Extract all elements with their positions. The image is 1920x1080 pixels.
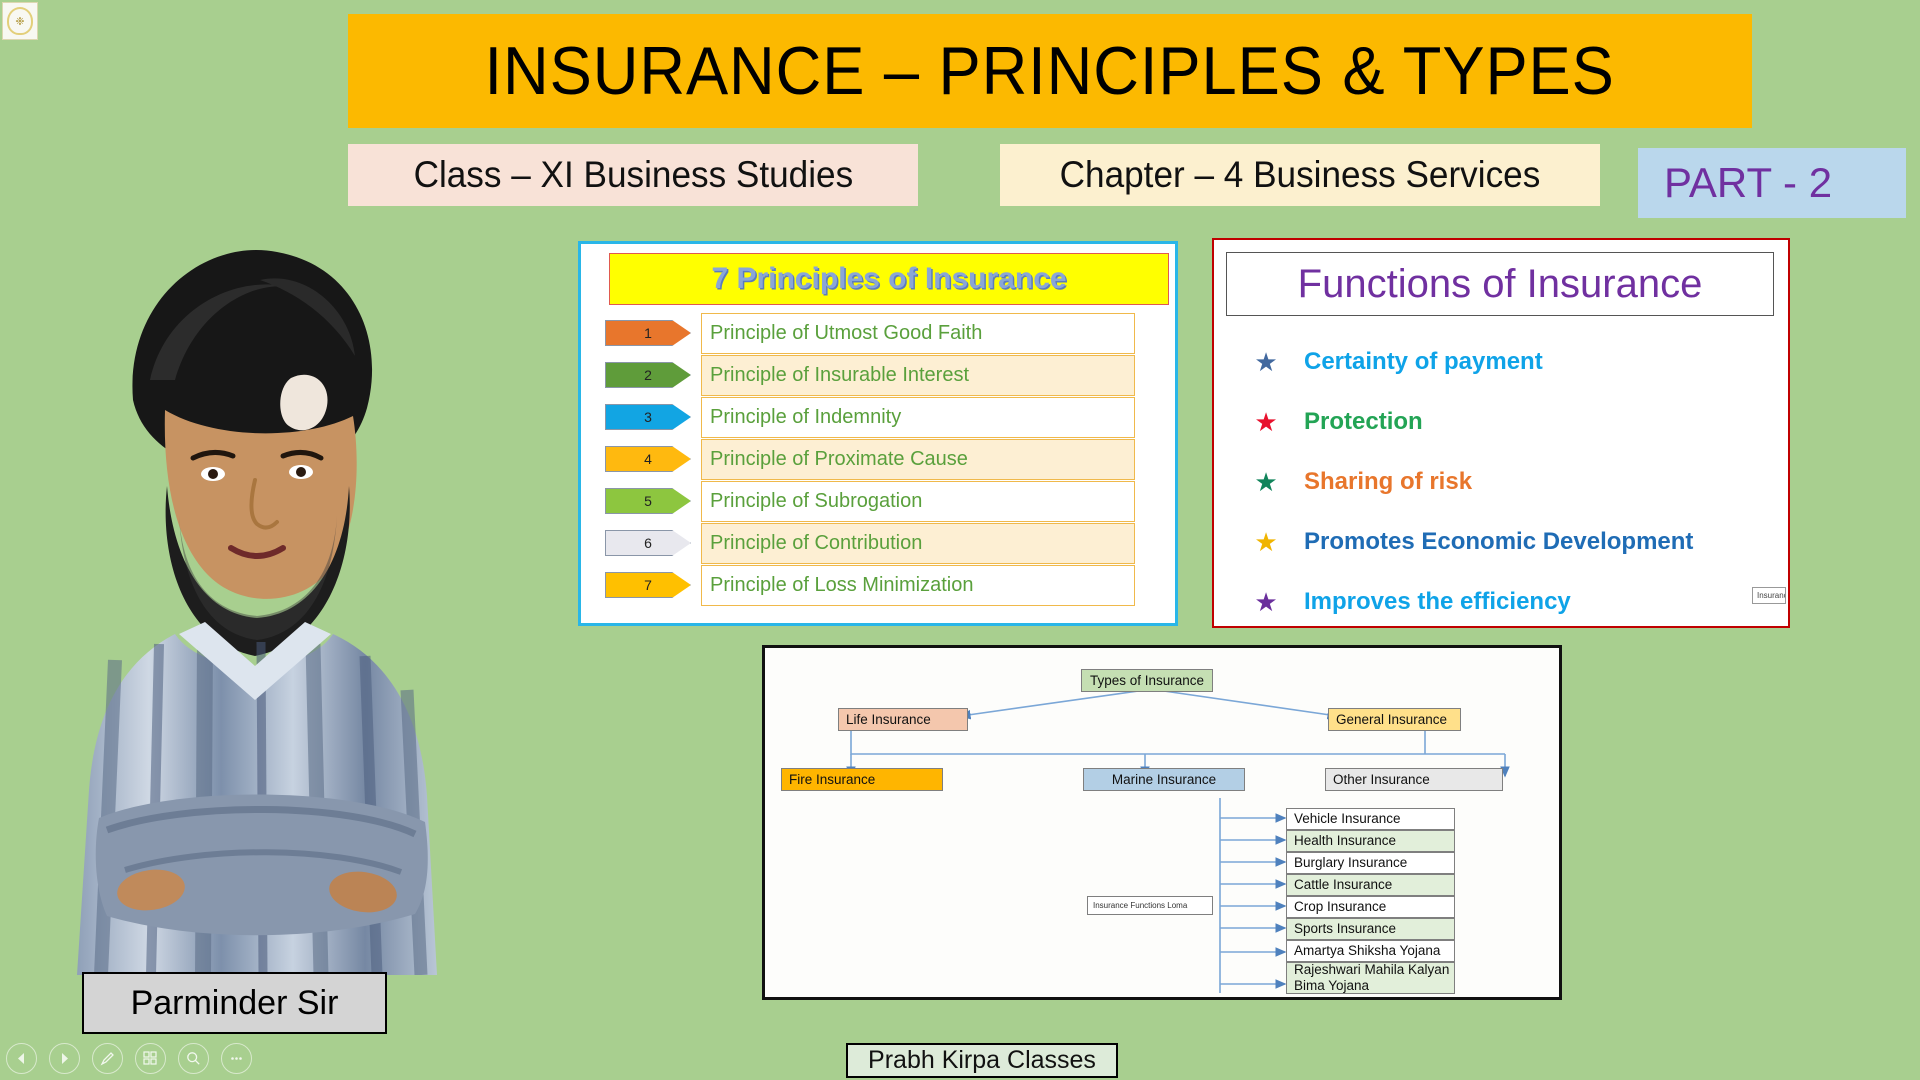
function-label: Protection xyxy=(1304,408,1423,435)
more-options-button[interactable] xyxy=(221,1043,252,1074)
principle-number-chip: 5 xyxy=(605,488,691,514)
slide-watermark-logo: ❉ xyxy=(2,2,38,40)
chapter-label-box: Chapter – 4 Business Services xyxy=(1000,144,1600,206)
diagram-tooltip: Insurance Functions Loma xyxy=(1087,896,1213,915)
function-row: ★ Sharing of risk xyxy=(1214,452,1788,512)
function-label: Promotes Economic Development xyxy=(1304,528,1694,555)
principle-number-chip: 1 xyxy=(605,320,691,346)
function-row: ★ Promotes Economic Development xyxy=(1214,512,1788,572)
ellipsis-icon xyxy=(231,1057,242,1060)
page-title: INSURANCE – PRINCIPLES & TYPES xyxy=(484,33,1616,109)
footer-brand-box: Prabh Kirpa Classes xyxy=(846,1043,1118,1078)
types-of-insurance-diagram: Types of Insurance Life Insurance General … xyxy=(762,645,1562,1000)
function-label: Sharing of risk xyxy=(1304,468,1473,495)
function-row: ★ Protection xyxy=(1214,392,1788,452)
diagram-subnode-other: Sports Insurance xyxy=(1286,918,1455,940)
principle-label: Principle of Contribution xyxy=(701,522,1135,564)
diagram-node-marine-insurance: Marine Insurance xyxy=(1083,768,1245,791)
diagram-node-fire-insurance: Fire Insurance xyxy=(781,768,943,791)
principle-number-chip: 3 xyxy=(605,404,691,430)
magnifier-icon xyxy=(187,1052,200,1065)
principle-row: 6 Principle of Contribution xyxy=(581,522,1175,564)
principles-panel: 7 Principles of Insurance 1 Principle of … xyxy=(578,241,1178,626)
principle-row: 2 Principle of Insurable Interest xyxy=(581,354,1175,396)
presenter-nameplate: Parminder Sir xyxy=(82,972,387,1034)
star-icon: ★ xyxy=(1254,407,1278,437)
pen-icon xyxy=(100,1052,114,1066)
diagram-node-life-insurance: Life Insurance xyxy=(838,708,968,731)
diagram-subnode-other: Vehicle Insurance xyxy=(1286,808,1455,830)
principle-row: 1 Principle of Utmost Good Faith xyxy=(581,312,1175,354)
functions-panel: Functions of Insurance ★ Certainty of pay… xyxy=(1212,238,1790,628)
principles-panel-title: 7 Principles of Insurance xyxy=(711,262,1067,295)
grid-icon xyxy=(143,1051,157,1065)
principle-label: Principle of Proximate Cause xyxy=(701,438,1135,480)
presentation-slide: ❉ INSURANCE – PRINCIPLES & TYPES Class –… xyxy=(0,0,1920,1080)
principles-panel-title-box: 7 Principles of Insurance xyxy=(609,253,1169,305)
functions-list: ★ Certainty of payment ★ Protection ★ Sharing… xyxy=(1214,332,1788,632)
star-icon: ★ xyxy=(1254,347,1278,377)
function-label: Certainty of payment xyxy=(1304,348,1543,375)
previous-slide-button[interactable] xyxy=(6,1043,37,1074)
principle-number-chip: 7 xyxy=(605,572,691,598)
pen-tool-button[interactable] xyxy=(92,1043,123,1074)
star-icon: ★ xyxy=(1254,467,1278,497)
principle-label: Principle of Indemnity xyxy=(701,396,1135,438)
star-icon: ★ xyxy=(1254,587,1278,617)
slide-title-banner: INSURANCE – PRINCIPLES & TYPES xyxy=(348,14,1752,128)
diagram-node-root: Types of Insurance xyxy=(1081,669,1213,692)
functions-panel-title-box: Functions of Insurance xyxy=(1226,252,1774,316)
diagram-subnode-other: Rajeshwari Mahila Kalyan Bima Yojana xyxy=(1286,962,1455,994)
triangle-left-icon xyxy=(18,1053,24,1064)
diagram-node-other-insurance: Other Insurance xyxy=(1325,768,1503,791)
principle-label: Principle of Subrogation xyxy=(701,480,1135,522)
part-label: PART - 2 xyxy=(1664,159,1833,206)
diagram-subnode-other: Cattle Insurance xyxy=(1286,874,1455,896)
diagram-subnode-other: Amartya Shiksha Yojana xyxy=(1286,940,1455,962)
part-badge: PART - 2 xyxy=(1638,148,1906,218)
function-row: ★ Certainty of payment xyxy=(1214,332,1788,392)
principles-list: 1 Principle of Utmost Good Faith 2 Principl… xyxy=(581,312,1175,606)
principle-number-chip: 2 xyxy=(605,362,691,388)
triangle-right-icon xyxy=(62,1053,68,1064)
functions-panel-title: Functions of Insurance xyxy=(1297,261,1703,306)
principle-label: Principle of Utmost Good Faith xyxy=(701,312,1135,354)
principle-row: 7 Principle of Loss Minimization xyxy=(581,564,1175,606)
presenter-name: Parminder Sir xyxy=(130,983,339,1022)
diagram-subnode-other: Health Insurance xyxy=(1286,830,1455,852)
class-label-box: Class – XI Business Studies xyxy=(348,144,918,206)
presenter-photo xyxy=(55,230,475,975)
principle-row: 4 Principle of Proximate Cause xyxy=(581,438,1175,480)
types-diagram-canvas: Types of Insurance Life Insurance General … xyxy=(765,648,1559,997)
principle-number-chip: 6 xyxy=(605,530,691,556)
star-icon: ★ xyxy=(1254,527,1278,557)
function-row: ★ Improves the efficiency xyxy=(1214,572,1788,632)
slide-overview-button[interactable] xyxy=(135,1043,166,1074)
next-slide-button[interactable] xyxy=(49,1043,80,1074)
player-toolbar[interactable] xyxy=(6,1043,252,1074)
functions-panel-badge: Insurance xyxy=(1752,587,1786,604)
watermark-glyph: ❉ xyxy=(7,7,33,35)
chapter-label: Chapter – 4 Business Services xyxy=(1059,154,1541,195)
principle-number-chip: 4 xyxy=(605,446,691,472)
zoom-button[interactable] xyxy=(178,1043,209,1074)
principle-label: Principle of Loss Minimization xyxy=(701,564,1135,606)
diagram-node-general-insurance: General Insurance xyxy=(1328,708,1461,731)
footer-brand-label: Prabh Kirpa Classes xyxy=(868,1046,1096,1074)
principle-row: 3 Principle of Indemnity xyxy=(581,396,1175,438)
principle-label: Principle of Insurable Interest xyxy=(701,354,1135,396)
class-label: Class – XI Business Studies xyxy=(413,154,853,195)
diagram-subnode-other: Burglary Insurance xyxy=(1286,852,1455,874)
diagram-subnode-other: Crop Insurance xyxy=(1286,896,1455,918)
principle-row: 5 Principle of Subrogation xyxy=(581,480,1175,522)
function-label: Improves the efficiency xyxy=(1304,588,1571,615)
